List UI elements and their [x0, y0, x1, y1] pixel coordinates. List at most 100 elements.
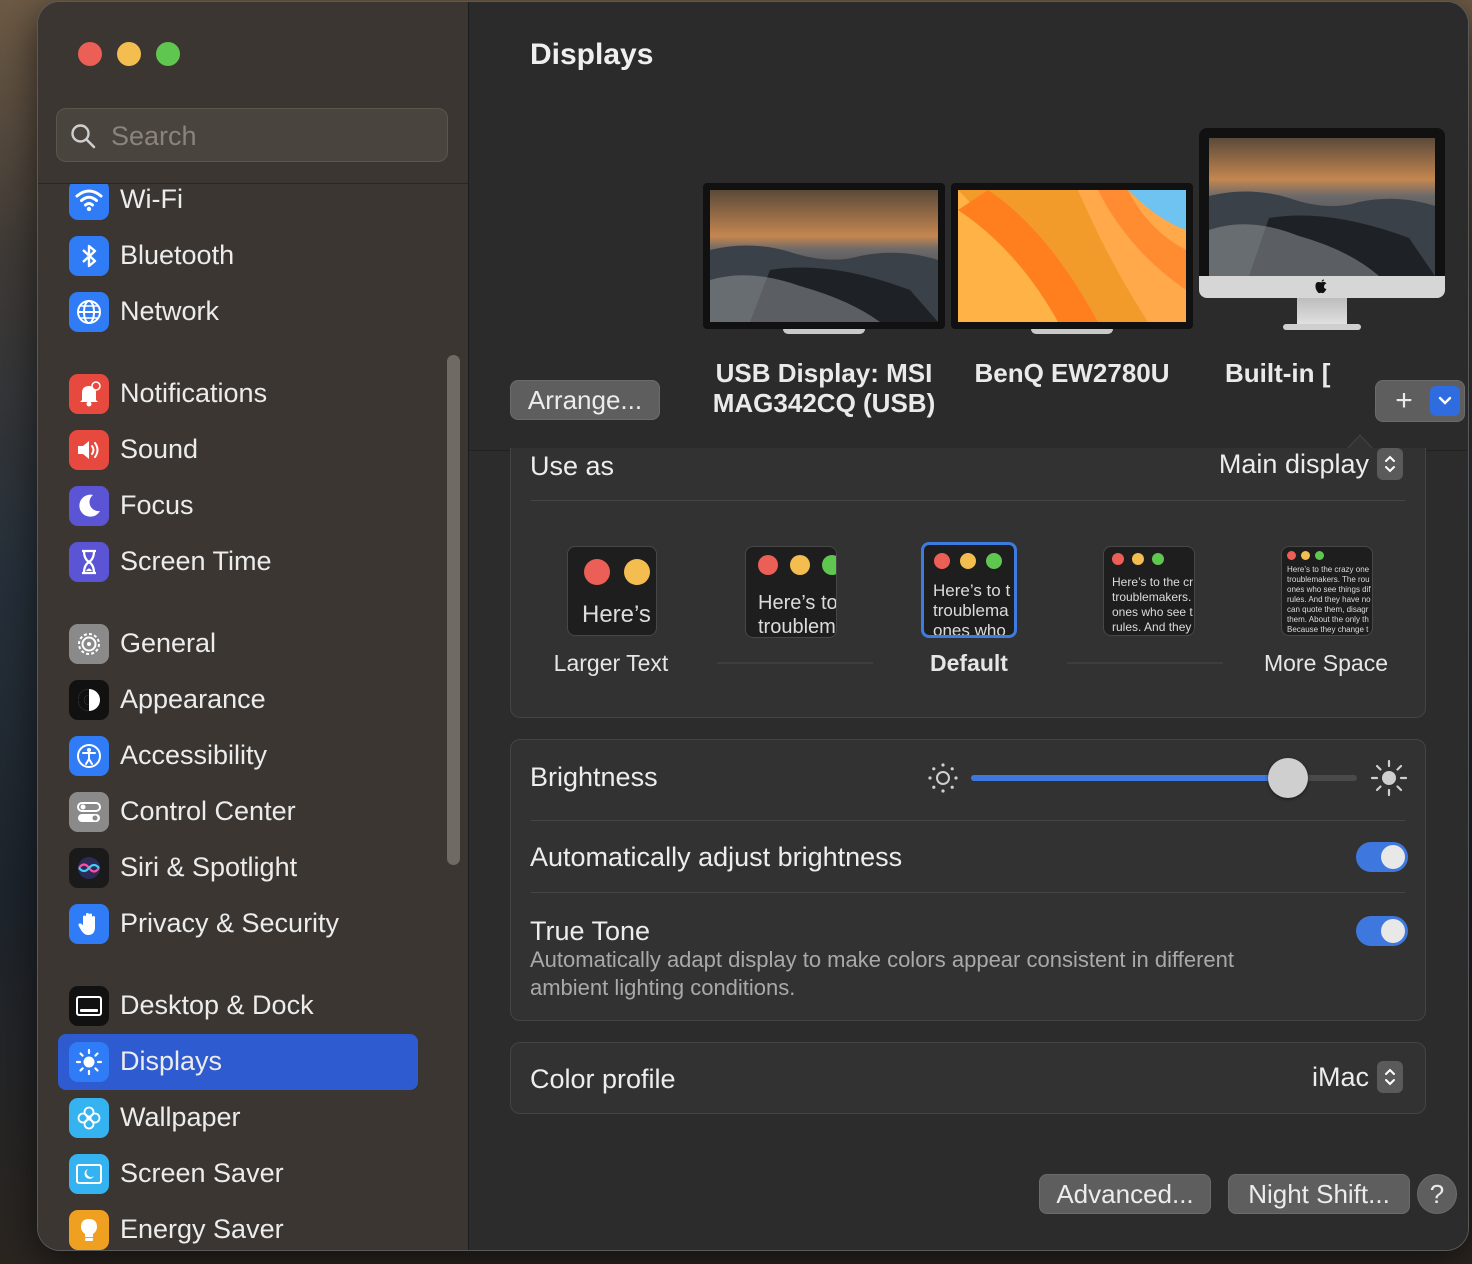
sidebar-item-screen-time[interactable]: Screen Time: [58, 534, 418, 590]
monitor-name-built-in: Built-in [: [1225, 358, 1375, 388]
resolution-track: [717, 662, 873, 664]
zoom-button[interactable]: [156, 42, 180, 66]
night-shift-button-label: Night Shift...: [1248, 1178, 1390, 1209]
sidebar-item-wifi[interactable]: Wi-Fi: [58, 184, 418, 228]
sidebar-item-network[interactable]: Network: [58, 284, 418, 340]
sidebar-item-bluetooth[interactable]: Bluetooth: [58, 228, 418, 284]
sidebar-item-wallpaper[interactable]: Wallpaper: [58, 1090, 418, 1146]
sidebar-item-accessibility[interactable]: Accessibility: [58, 728, 418, 784]
sidebar-scrollbar[interactable]: [447, 355, 460, 865]
moon-icon: [69, 486, 109, 526]
add-display-button[interactable]: +: [1376, 381, 1432, 421]
preview-line: can quote them, disagr: [1287, 605, 1369, 614]
sidebar-item-screen-saver[interactable]: Screen Saver: [58, 1146, 418, 1202]
sidebar-item-focus[interactable]: Focus: [58, 478, 418, 534]
resolution-label: Larger Text: [553, 650, 669, 676]
brightness-slider[interactable]: [971, 758, 1357, 798]
sidebar-item-displays[interactable]: Displays: [58, 1034, 418, 1090]
slider-fill: [971, 775, 1288, 781]
sidebar-item-general[interactable]: General: [58, 616, 418, 672]
sidebar-item-label: Desktop & Dock: [120, 990, 314, 1020]
control-center-icon: [69, 792, 109, 832]
page-title: Displays: [530, 38, 654, 71]
divider: [531, 892, 1405, 893]
use-as-label: Use as: [530, 451, 615, 481]
resolution-option-4[interactable]: Here’s to the cr troublemakers. ones who…: [1103, 546, 1195, 636]
preview-dots: [758, 555, 836, 575]
preview-text: Here’s to the crazy one troublemakers. T…: [1287, 565, 1371, 635]
use-as-popup[interactable]: Main display: [1219, 448, 1403, 480]
preview-line: Here’s to the crazy one: [1287, 565, 1370, 574]
color-profile-popup[interactable]: iMac: [1312, 1061, 1403, 1093]
search-input[interactable]: [109, 115, 433, 157]
preview-line: troublema: [933, 601, 1009, 620]
sidebar-item-siri-spotlight[interactable]: Siri & Spotlight: [58, 840, 418, 896]
preview-line: ones who see t: [1112, 605, 1193, 619]
color-profile-label: Color profile: [530, 1064, 676, 1094]
sidebar-item-sound[interactable]: Sound: [58, 422, 418, 478]
monitor-name-line: BenQ EW2780U: [974, 358, 1170, 388]
resolution-label: More Space: [1263, 650, 1388, 676]
true-tone-label: True Tone: [530, 916, 651, 946]
accessibility-icon: [69, 736, 109, 776]
system-settings-window: Wi-Fi Bluetooth Network Notifications: [38, 2, 1468, 1250]
resolution-option-default[interactable]: Here’s to t troublema ones who: [921, 542, 1017, 638]
color-profile-value: iMac: [1311, 1061, 1369, 1092]
brightness-card: Brightness Automatically adjust brightne…: [510, 739, 1426, 1021]
monitor-built-in[interactable]: [1199, 128, 1445, 338]
sidebar-list: Wi-Fi Bluetooth Network Notifications So…: [58, 184, 418, 1250]
search-field[interactable]: [56, 108, 448, 162]
resolution-option-more-space[interactable]: Here’s to the crazy one troublemakers. T…: [1281, 546, 1373, 636]
resolution-label: Default: [930, 650, 1008, 676]
arrange-button[interactable]: Arrange...: [510, 380, 660, 420]
slider-knob[interactable]: [1267, 758, 1308, 798]
preview-line: troublem: [758, 616, 836, 638]
sidebar-item-privacy-security[interactable]: Privacy & Security: [58, 896, 418, 952]
monitor-name-msi: USB Display: MSI MAG342CQ (USB): [699, 358, 949, 418]
sidebar-item-energy-saver[interactable]: Energy Saver: [58, 1202, 418, 1250]
monitor-benq[interactable]: [951, 183, 1193, 338]
preview-text: Here’s to the cr troublemakers. ones who…: [1112, 575, 1193, 635]
monitor-wallpaper: [1209, 138, 1435, 276]
add-display-popup[interactable]: +: [1375, 380, 1465, 422]
sidebar-item-label: Displays: [120, 1046, 223, 1076]
sidebar-item-notifications[interactable]: Notifications: [58, 366, 418, 422]
bluetooth-icon: [69, 236, 109, 276]
true-tone-toggle[interactable]: [1356, 916, 1408, 946]
siri-icon: [69, 848, 109, 888]
monitor-name-line: Built-in [: [1225, 358, 1331, 388]
minimize-button[interactable]: [117, 42, 141, 66]
resolution-option-2[interactable]: Here’s to troublem: [745, 546, 837, 638]
sidebar-item-control-center[interactable]: Control Center: [58, 784, 418, 840]
color-profile-card: Color profile iMac: [510, 1042, 1426, 1114]
close-button[interactable]: [78, 42, 102, 66]
sidebar-item-desktop-dock[interactable]: Desktop & Dock: [58, 978, 418, 1034]
help-icon: ?: [1429, 1178, 1445, 1209]
monitor-name-line: MAG342CQ (USB): [712, 388, 936, 418]
sidebar-item-label: Wallpaper: [120, 1102, 241, 1132]
monitor-stand: [1031, 329, 1113, 334]
monitor-msi[interactable]: [703, 183, 945, 338]
sidebar-item-label: Control Center: [120, 796, 296, 826]
screen-saver-icon: [69, 1154, 109, 1194]
help-button[interactable]: ?: [1417, 1174, 1457, 1214]
auto-brightness-toggle[interactable]: [1356, 842, 1408, 872]
true-tone-description: Automatically adapt display to make colo…: [530, 946, 1234, 1002]
resolution-option-larger-text[interactable]: Here’s: [567, 546, 657, 636]
preview-line: rules. And they: [1112, 620, 1192, 634]
sidebar-item-label: General: [120, 628, 217, 658]
preview-dots: [1112, 553, 1164, 565]
preview-line: them. About the only th: [1287, 615, 1369, 624]
sidebar-item-appearance[interactable]: Appearance: [58, 672, 418, 728]
flower-icon: [69, 1098, 109, 1138]
apple-logo-icon: [1315, 279, 1327, 294]
divider: [531, 820, 1405, 821]
preview-line: ones who see things dif: [1287, 585, 1371, 594]
advanced-button[interactable]: Advanced...: [1039, 1174, 1211, 1214]
chevron-down-icon[interactable]: [1430, 386, 1460, 416]
sidebar-item-label: Sound: [120, 434, 199, 464]
displays-pane: Displays Arrange... USB Display: MSI MAG…: [469, 2, 1468, 1250]
resolution-track: [1067, 662, 1223, 664]
up-down-chevron-icon: [1377, 448, 1403, 480]
night-shift-button[interactable]: Night Shift...: [1228, 1174, 1410, 1214]
